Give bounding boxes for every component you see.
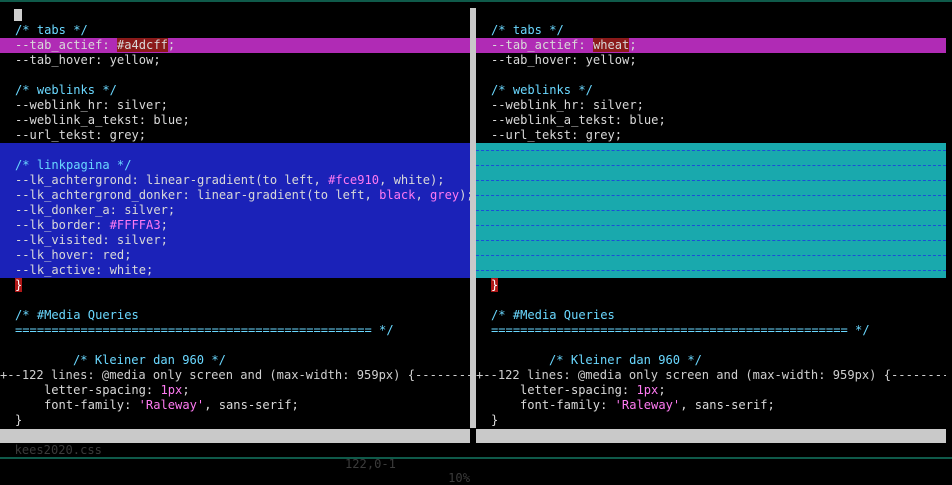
code-line-added: /* linkpagina */ <box>0 158 470 173</box>
code-line: --weblink_hr: silver; <box>491 98 644 112</box>
code-line: --url_tekst: grey; <box>15 128 147 142</box>
code-line: /* weblinks */ <box>15 83 117 97</box>
code-line: --weblink_a_tekst: blue; <box>15 113 190 127</box>
code-line: /* #Media Queries <box>15 308 139 322</box>
code-line: ========================================… <box>15 323 394 337</box>
code-line-added <box>0 143 470 158</box>
code-line-added: --lk_active: white; <box>0 263 470 278</box>
code-line: font-family: 'Raleway', sans-serif; <box>44 398 299 412</box>
filler-dashes <box>476 180 946 181</box>
code-line-added: --lk_donker_a: silver; <box>0 203 470 218</box>
code-line: font-family: 'Raleway', sans-serif; <box>520 398 775 412</box>
filler-dashes <box>476 165 946 166</box>
diff-filler-line <box>476 263 946 278</box>
code-line: --weblink_hr: silver; <box>15 98 168 112</box>
diff-filler-line <box>476 248 946 263</box>
left-status-line: kees2020.css 122,0-1 10% <box>0 429 470 485</box>
code-line: /* #Media Queries <box>491 308 615 322</box>
text-cursor <box>14 9 22 21</box>
closing-brace-highlight: } <box>15 278 23 292</box>
code-line: } <box>476 278 946 293</box>
code-line: ========================================… <box>491 323 870 337</box>
cursor-position: 122,0-1 <box>821 457 872 471</box>
filler-dashes <box>476 150 946 151</box>
filename-label: web2.css <box>490 443 549 457</box>
code-line-added: --lk_achtergrond: linear-gradient(to lef… <box>0 173 470 188</box>
code-line: } <box>0 278 470 293</box>
code-line-changed: --tab_actief: #a4dcff; <box>0 38 470 53</box>
diff-filler-line <box>476 218 946 233</box>
filler-dashes <box>476 270 946 271</box>
code-line: letter-spacing: 1px; <box>520 383 666 397</box>
code-line: /* Kleiner dan 960 */ <box>549 353 702 367</box>
filler-dashes <box>476 210 946 211</box>
scroll-percent: 10% <box>448 471 470 485</box>
left-diff-pane[interactable]: /* tabs */ --tab_actief: #a4dcff; --tab_… <box>0 8 470 428</box>
filler-dashes <box>476 195 946 196</box>
diff-changed-text: #a4dcff <box>116 38 168 52</box>
code-line: /* tabs */ <box>491 23 564 37</box>
code-line: /* weblinks */ <box>491 83 593 97</box>
code-line-added: --lk_hover: red; <box>0 248 470 263</box>
code-line: /* tabs */ <box>15 23 88 37</box>
diff-filler-line <box>476 188 946 203</box>
right-diff-pane[interactable]: /* tabs */ --tab_actief: wheat; --tab_ho… <box>476 8 946 428</box>
diff-filler-line <box>476 173 946 188</box>
code-line: } <box>15 413 23 427</box>
code-line: --tab_hover: yellow; <box>15 53 161 67</box>
cursor-position: 122,0-1 <box>345 457 396 471</box>
fold-marker[interactable]: +--122 lines: @media only screen and (ma… <box>476 368 946 383</box>
right-status-line: web2.css 122,0-1 14% <box>476 429 946 485</box>
code-line: } <box>491 413 499 427</box>
code-line-added: --lk_border: #FFFFA3; <box>0 218 470 233</box>
code-line-changed: --tab_actief: wheat; <box>476 38 946 53</box>
code-line: --url_tekst: grey; <box>491 128 623 142</box>
closing-brace-highlight: } <box>491 278 499 292</box>
filler-dashes <box>476 255 946 256</box>
fold-marker[interactable]: +--122 lines: @media only screen and (ma… <box>0 368 470 383</box>
filler-dashes <box>476 240 946 241</box>
diff-filler-line <box>476 158 946 173</box>
code-line: --tab_hover: yellow; <box>491 53 637 67</box>
code-line: letter-spacing: 1px; <box>44 383 190 397</box>
window-top-border <box>0 0 952 2</box>
diff-filler-line <box>476 203 946 218</box>
code-line: /* Kleiner dan 960 */ <box>73 353 226 367</box>
diff-filler-line <box>476 233 946 248</box>
diff-changed-text: wheat <box>592 38 630 52</box>
diff-filler-line <box>476 143 946 158</box>
filename-label: kees2020.css <box>14 443 102 457</box>
filler-dashes <box>476 225 946 226</box>
code-line-added: --lk_visited: silver; <box>0 233 470 248</box>
code-line: --weblink_a_tekst: blue; <box>491 113 666 127</box>
scroll-percent: 14% <box>924 471 946 485</box>
code-line-added: --lk_achtergrond_donker: linear-gradient… <box>0 188 470 203</box>
